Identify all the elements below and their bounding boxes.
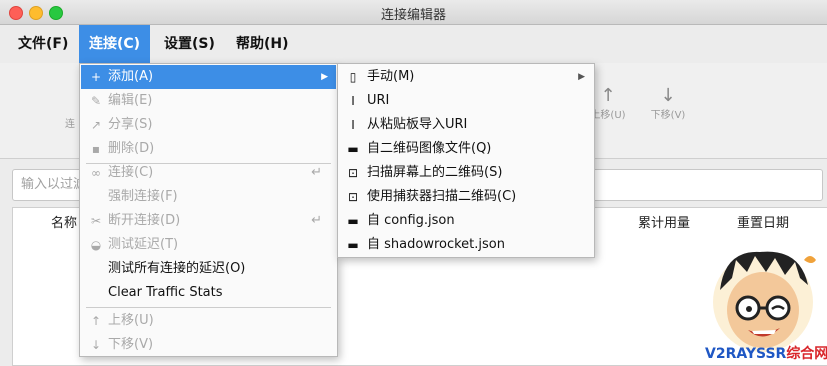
menu-item-add-label: 添加(A): [108, 69, 154, 84]
document-icon: ▯: [349, 70, 357, 84]
menu-help[interactable]: 帮助(H): [226, 25, 299, 63]
edit-icon: ✎: [90, 94, 102, 108]
menu-settings[interactable]: 设置(S): [154, 25, 225, 63]
watermark-text: V2RAYSSR综合网: [705, 343, 827, 363]
return-key-icon: ↵: [311, 165, 322, 180]
menu-connection[interactable]: 连接(C): [79, 25, 151, 63]
submenu-item-from-config[interactable]: ▬ 自 config.json: [339, 209, 593, 233]
folder-icon: ▬: [347, 142, 359, 156]
title-bar: 连接编辑器: [0, 0, 827, 25]
menu-item-move-down-label: 下移(V): [108, 337, 154, 352]
menu-item-share-label: 分享(S): [108, 117, 153, 132]
menu-item-force-connect[interactable]: 强制连接(F): [81, 185, 336, 209]
window-title: 连接编辑器: [380, 8, 446, 23]
submenu-item-clipboard-uri[interactable]: I 从粘贴板导入URI: [339, 113, 593, 137]
menu-item-edit[interactable]: ✎ 编辑(E): [81, 89, 336, 113]
submenu-arrow-icon: ▶: [321, 72, 328, 82]
menu-item-clear-traffic-label: Clear Traffic Stats: [108, 285, 223, 300]
return-key-icon: ↵: [311, 213, 322, 228]
menu-item-move-up[interactable]: ↑ 上移(U): [81, 309, 336, 333]
menu-bar: 文件(F) 连接(C) 设置(S) 帮助(H): [0, 25, 827, 63]
cursor-icon: I: [351, 94, 355, 108]
column-header-reset-date[interactable]: 重置日期: [737, 212, 789, 231]
submenu-item-manual-label: 手动(M): [367, 69, 415, 84]
toolbar-move-down-button[interactable]: ↓ 下移(V): [638, 85, 698, 121]
column-header-usage[interactable]: 累计用量: [638, 212, 690, 231]
link-icon: ∞: [91, 166, 101, 180]
menu-item-connect-label: 连接(C): [108, 165, 154, 180]
menu-file[interactable]: 文件(F): [8, 25, 78, 63]
menu-item-test-latency-label: 测试延迟(T): [108, 237, 179, 252]
folder-icon: ▬: [347, 238, 359, 252]
menu-item-share[interactable]: ↗ 分享(S): [81, 113, 336, 137]
menu-item-edit-label: 编辑(E): [108, 93, 153, 108]
toolbar-move-up-label: 上移(U): [590, 110, 626, 121]
submenu-item-clipboard-uri-label: 从粘贴板导入URI: [367, 117, 468, 132]
submenu-item-uri[interactable]: I URI: [339, 89, 593, 113]
menu-item-move-down[interactable]: ↓ 下移(V): [81, 333, 336, 357]
menu-item-test-latency[interactable]: ◒ 测试延迟(T): [81, 233, 336, 257]
submenu-item-capture-qr[interactable]: ⊡ 使用捕获器扫描二维码(C): [339, 185, 593, 209]
submenu-item-from-shadowrocket-label: 自 shadowrocket.json: [367, 237, 505, 252]
share-icon: ↗: [90, 118, 102, 132]
menu-item-test-all-latency-label: 测试所有连接的延迟(O): [108, 261, 246, 276]
submenu-arrow-icon: ▶: [578, 72, 585, 82]
submenu-item-from-config-label: 自 config.json: [367, 213, 455, 228]
qr-scan-icon: ⊡: [347, 166, 359, 180]
cursor-icon: I: [351, 118, 355, 132]
add-submenu: ▯ 手动(M) ▶ I URI I 从粘贴板导入URI ▬ 自二维码图像文件(Q…: [337, 63, 595, 258]
watermark-text-blue: V2RAYSSR: [705, 346, 787, 362]
toolbar-move-down-label: 下移(V): [650, 110, 686, 121]
submenu-item-manual[interactable]: ▯ 手动(M) ▶: [339, 65, 593, 89]
submenu-item-qr-image-file[interactable]: ▬ 自二维码图像文件(Q): [339, 137, 593, 161]
submenu-item-from-shadowrocket[interactable]: ▬ 自 shadowrocket.json: [339, 233, 593, 257]
submenu-item-qr-image-file-label: 自二维码图像文件(Q): [367, 141, 492, 156]
arrow-down-icon: ↓: [660, 85, 676, 106]
folder-icon: ▬: [347, 214, 359, 228]
menu-item-connect[interactable]: ∞ 连接(C) ↵: [81, 161, 336, 185]
column-header-name[interactable]: 名称: [51, 212, 77, 231]
watermark-text-red: 综合网: [786, 346, 827, 362]
connection-dropdown-menu: + 添加(A) ▶ ✎ 编辑(E) ↗ 分享(S) ▪ 删除(D) ∞ 连接(C…: [79, 63, 338, 357]
submenu-item-scan-screen-qr-label: 扫描屏幕上的二维码(S): [367, 165, 503, 180]
menu-item-force-connect-label: 强制连接(F): [108, 189, 178, 204]
menu-item-move-up-label: 上移(U): [108, 313, 154, 328]
unlink-icon: ✂: [90, 214, 102, 228]
gauge-icon: ◒: [90, 238, 102, 252]
arrow-down-icon: ↓: [90, 338, 102, 352]
menu-item-test-all-latency[interactable]: 测试所有连接的延迟(O): [81, 257, 336, 281]
qr-scan-icon: ⊡: [347, 190, 359, 204]
submenu-item-uri-label: URI: [367, 93, 390, 108]
submenu-item-capture-qr-label: 使用捕获器扫描二维码(C): [367, 189, 517, 204]
trash-icon: ▪: [91, 142, 101, 156]
menu-item-add[interactable]: + 添加(A) ▶: [81, 65, 336, 89]
plus-icon: +: [90, 70, 102, 84]
menu-item-disconnect[interactable]: ✂ 断开连接(D) ↵: [81, 209, 336, 233]
menu-separator: [86, 307, 331, 308]
submenu-item-scan-screen-qr[interactable]: ⊡ 扫描屏幕上的二维码(S): [339, 161, 593, 185]
menu-item-delete[interactable]: ▪ 删除(D): [81, 137, 336, 161]
menu-item-delete-label: 删除(D): [108, 141, 155, 156]
arrow-up-icon: ↑: [90, 314, 102, 328]
menu-item-disconnect-label: 断开连接(D): [108, 213, 181, 228]
menu-item-clear-traffic[interactable]: Clear Traffic Stats: [81, 281, 336, 305]
